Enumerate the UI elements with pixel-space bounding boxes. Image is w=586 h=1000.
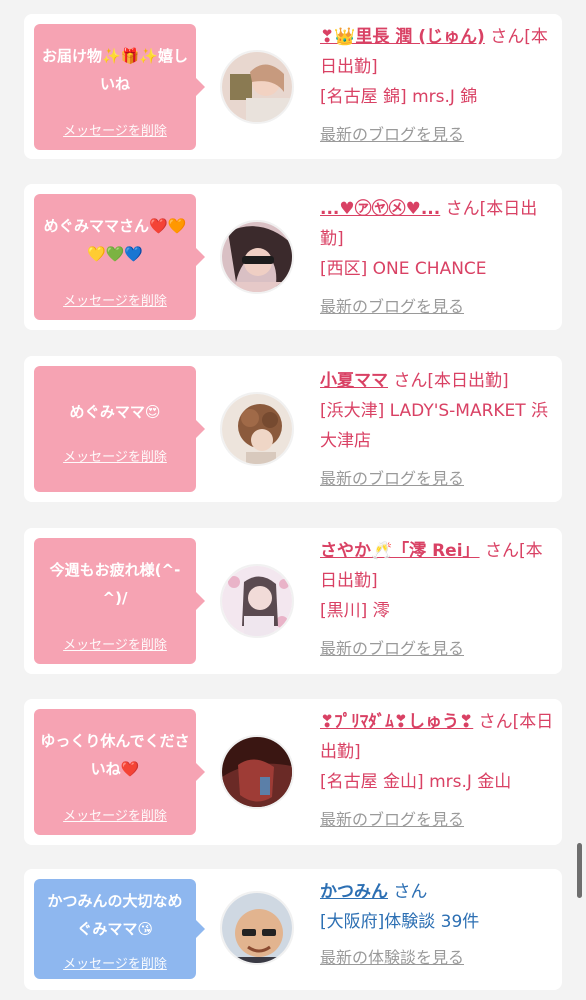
latest-blog-link[interactable]: 最新のブログを見る — [320, 292, 556, 322]
message-bubble: かつみんの大切なめぐみママ😘 メッセージを削除 — [34, 879, 205, 979]
message-text: ゆっくり休んでくださいね❤️ — [40, 732, 190, 778]
honorific: さん — [445, 199, 480, 219]
honorific: さん — [478, 712, 513, 732]
avatar-photo — [222, 52, 292, 122]
experience-count: [大阪府]体験談 39件 — [320, 912, 480, 932]
shop-location: [西区] ONE CHANCE — [320, 259, 487, 279]
message-text: お届け物✨🎁✨嬉しいね — [41, 47, 189, 93]
message-bubble: ゆっくり休んでくださいね❤️ メッセージを削除 — [34, 709, 205, 835]
avatar[interactable] — [220, 564, 294, 638]
message-bubble: 今週もお疲れ様(^-^)/ メッセージを削除 — [34, 538, 205, 664]
latest-blog-link[interactable]: 最新のブログを見る — [320, 805, 556, 835]
member-info: ...♥㋐㋳㋱♥... さん[本日出勤] [西区] ONE CHANCE 最新の… — [320, 194, 556, 322]
avatar[interactable] — [220, 891, 294, 965]
member-name-link[interactable]: 小夏ママ — [320, 371, 388, 391]
scrollbar[interactable] — [577, 843, 582, 898]
honorific: さん — [484, 541, 519, 561]
member-info: ❣ﾌﾟﾘﾏﾀﾞﾑ❣しゅう❣ さん[本日出勤] [名古屋 金山] mrs.J 金山… — [320, 707, 556, 835]
avatar-photo — [222, 893, 292, 963]
message-card: 今週もお疲れ様(^-^)/ メッセージを削除 さやか🥂「澪 Rei」 さん[本日… — [24, 528, 562, 674]
latest-blog-link[interactable]: 最新のブログを見る — [320, 634, 556, 664]
message-text: めぐみママさん❤️🧡💛💚💙 — [43, 217, 187, 263]
message-card: ゆっくり休んでくださいね❤️ メッセージを削除 ❣ﾌﾟﾘﾏﾀﾞﾑ❣しゅう❣ さん… — [24, 699, 562, 845]
member-info: さやか🥂「澪 Rei」 さん[本日出勤] [黒川] 澪 最新のブログを見る — [320, 536, 556, 664]
avatar[interactable] — [220, 220, 294, 294]
latest-review-link[interactable]: 最新の体験談を見る — [320, 943, 556, 973]
avatar[interactable] — [220, 50, 294, 124]
member-info: かつみん さん [大阪府]体験談 39件 最新の体験談を見る — [320, 877, 556, 973]
latest-blog-link[interactable]: 最新のブログを見る — [320, 120, 556, 150]
work-status: [本日出勤] — [427, 371, 509, 391]
avatar[interactable] — [220, 392, 294, 466]
shop-location: [黒川] 澪 — [320, 601, 390, 621]
avatar-photo — [222, 394, 292, 464]
avatar-photo — [222, 566, 292, 636]
message-card: かつみんの大切なめぐみママ😘 メッセージを削除 かつみん さん [大阪府]体験談… — [24, 869, 562, 990]
honorific: さん — [490, 27, 525, 47]
message-text: かつみんの大切なめぐみママ😘 — [47, 892, 183, 938]
message-bubble: めぐみママ😍 メッセージを削除 — [34, 366, 205, 492]
delete-message-link[interactable]: メッセージを削除 — [34, 120, 196, 139]
message-card: お届け物✨🎁✨嬉しいね メッセージを削除 ❣👑里長 潤 (じゅん) さん[本日出… — [24, 14, 562, 159]
member-info: 小夏ママ さん[本日出勤] [浜大津] LADY'S-MARKET 浜大津店 最… — [320, 366, 556, 494]
honorific: さん — [393, 882, 428, 902]
message-bubble: お届け物✨🎁✨嬉しいね メッセージを削除 — [34, 24, 205, 150]
message-text: めぐみママ😍 — [69, 403, 161, 421]
member-name-link[interactable]: さやか🥂「澪 Rei」 — [320, 541, 480, 561]
shop-location: [名古屋 錦] mrs.J 錦 — [320, 87, 478, 107]
member-name-link[interactable]: かつみん — [320, 882, 388, 902]
honorific: さん — [393, 371, 428, 391]
member-name-link[interactable]: ...♥㋐㋳㋱♥... — [320, 199, 440, 219]
delete-message-link[interactable]: メッセージを削除 — [34, 805, 196, 824]
member-name-link[interactable]: ❣ﾌﾟﾘﾏﾀﾞﾑ❣しゅう❣ — [320, 712, 473, 732]
delete-message-link[interactable]: メッセージを削除 — [34, 953, 196, 972]
shop-location: [浜大津] LADY'S-MARKET 浜大津店 — [320, 401, 549, 451]
delete-message-link[interactable]: メッセージを削除 — [34, 446, 196, 465]
member-info: ❣👑里長 潤 (じゅん) さん[本日出勤] [名古屋 錦] mrs.J 錦 最新… — [320, 22, 556, 150]
message-card: めぐみママさん❤️🧡💛💚💙 メッセージを削除 ...♥㋐㋳㋱♥... さん[本日… — [24, 184, 562, 330]
delete-message-link[interactable]: メッセージを削除 — [34, 290, 196, 309]
avatar-photo — [222, 737, 292, 807]
shop-location: [名古屋 金山] mrs.J 金山 — [320, 772, 512, 792]
avatar-photo — [222, 222, 292, 292]
message-card: めぐみママ😍 メッセージを削除 小夏ママ さん[本日出勤] [浜大津] LADY… — [24, 356, 562, 502]
message-text: 今週もお疲れ様(^-^)/ — [49, 561, 181, 607]
delete-message-link[interactable]: メッセージを削除 — [34, 634, 196, 653]
message-bubble: めぐみママさん❤️🧡💛💚💙 メッセージを削除 — [34, 194, 205, 320]
avatar[interactable] — [220, 735, 294, 809]
latest-blog-link[interactable]: 最新のブログを見る — [320, 464, 556, 494]
member-name-link[interactable]: ❣👑里長 潤 (じゅん) — [320, 27, 485, 47]
